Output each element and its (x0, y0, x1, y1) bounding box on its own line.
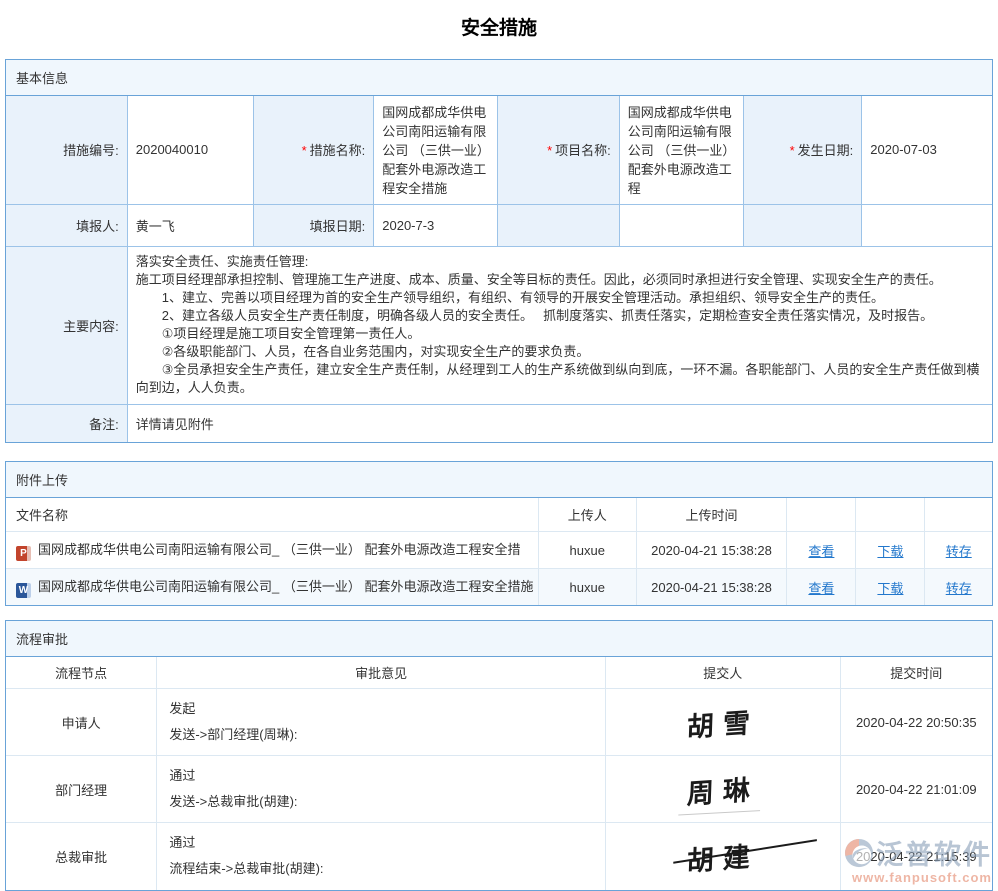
file-name: 国网成都成华供电公司南阳运输有限公司_ （三供一业） 配套外电源改造工程安全措施 (38, 579, 533, 594)
empty-cell (862, 204, 992, 246)
col-header-file-name: 文件名称 (6, 498, 538, 532)
submit-time: 2020-04-22 21:01:09 (840, 756, 992, 823)
filler-label: 填报人: (6, 204, 127, 246)
col-header-comment: 审批意见 (157, 657, 606, 689)
project-name-label: *项目名称: (498, 96, 619, 204)
approval-row: 申请人 发起 发送->部门经理(周琳): 胡雪 2020-04-22 20:50… (6, 689, 992, 756)
approval-row: 部门经理 通过 发送->总裁审批(胡建): 周琳 2020-04-22 21:0… (6, 756, 992, 823)
remark-label: 备注: (6, 404, 127, 442)
col-header-empty (787, 498, 856, 532)
measure-name-value: 国网成都成华供电公司南阳运输有限公司 （三供一业）配套外电源改造工程安全措施 (374, 96, 498, 204)
signature-cell: 胡建 (605, 823, 840, 890)
attachments-table: 文件名称 上传人 上传时间 P 国网成都成华供电公司南阳运输有限公司_ （三供一业… (6, 498, 992, 605)
measure-no-label: 措施编号: (6, 96, 127, 204)
submit-time: 2020-04-22 21:15:39 (840, 823, 992, 890)
word-file-icon: W (16, 583, 31, 598)
signature-zhoulin: 周琳 (686, 767, 759, 811)
upload-time: 2020-04-21 15:38:28 (636, 569, 787, 606)
measure-no-value: 2020040010 (127, 96, 253, 204)
approval-node: 总裁审批 (6, 823, 157, 890)
file-name-cell: P 国网成都成华供电公司南阳运输有限公司_ （三供一业） 配套外电源改造工程安全措 (6, 532, 538, 569)
occur-date-label: *发生日期: (743, 96, 861, 204)
col-header-uploader: 上传人 (538, 498, 636, 532)
signature-cell: 胡雪 (605, 689, 840, 756)
uploader: huxue (538, 532, 636, 569)
required-mark: * (302, 143, 307, 158)
empty-cell (619, 204, 743, 246)
signature-huxue: 胡雪 (686, 700, 759, 744)
view-link[interactable]: 查看 (808, 544, 834, 559)
empty-cell (743, 204, 861, 246)
fill-date-value: 2020-7-3 (374, 204, 498, 246)
approval-node: 部门经理 (6, 756, 157, 823)
remark-value: 详情请见附件 (127, 404, 992, 442)
approval-section-title: 流程审批 (6, 621, 992, 657)
transfer-link[interactable]: 转存 (946, 544, 972, 559)
file-name: 国网成都成华供电公司南阳运输有限公司_ （三供一业） 配套外电源改造工程安全措 (38, 542, 520, 557)
occur-date-value: 2020-07-03 (862, 96, 992, 204)
file-name-cell: W 国网成都成华供电公司南阳运输有限公司_ （三供一业） 配套外电源改造工程安全措… (6, 569, 538, 606)
attachments-section: 附件上传 文件名称 上传人 上传时间 P 国网成都成华供电公司南阳运输有限公司_ … (5, 461, 993, 606)
required-mark: * (790, 143, 795, 158)
col-header-submit-time: 提交时间 (840, 657, 992, 689)
download-link[interactable]: 下载 (877, 544, 903, 559)
approval-comment: 发起 发送->部门经理(周琳): (157, 689, 606, 756)
col-header-empty (856, 498, 925, 532)
approval-comment: 通过 发送->总裁审批(胡建): (157, 756, 606, 823)
signature-cell: 周琳 (605, 756, 840, 823)
powerpoint-file-icon: P (16, 546, 31, 561)
page-title: 安全措施 (5, 0, 993, 59)
attachment-row: W 国网成都成华供电公司南阳运输有限公司_ （三供一业） 配套外电源改造工程安全措… (6, 569, 992, 606)
col-header-upload-time: 上传时间 (636, 498, 787, 532)
signature-hujian: 胡建 (686, 834, 759, 878)
measure-name-label: *措施名称: (253, 96, 373, 204)
uploader: huxue (538, 569, 636, 606)
occur-date-label-text: 发生日期: (798, 143, 854, 158)
basic-info-table: 措施编号: 2020040010 *措施名称: 国网成都成华供电公司南阳运输有限… (6, 96, 992, 442)
col-header-node: 流程节点 (6, 657, 157, 689)
col-header-empty (925, 498, 992, 532)
upload-time: 2020-04-21 15:38:28 (636, 532, 787, 569)
filler-value: 黄一飞 (127, 204, 253, 246)
submit-time: 2020-04-22 20:50:35 (840, 689, 992, 756)
project-name-label-text: 项目名称: (555, 143, 611, 158)
main-content-value: 落实安全责任、实施责任管理: 施工项目经理部承担控制、管理施工生产进度、成本、质… (127, 246, 992, 404)
attachment-row: P 国网成都成华供电公司南阳运输有限公司_ （三供一业） 配套外电源改造工程安全措… (6, 532, 992, 569)
project-name-value: 国网成都成华供电公司南阳运输有限公司 （三供一业）配套外电源改造工程 (619, 96, 743, 204)
basic-info-section: 基本信息 措施编号: 2020040010 *措施名称: 国网成都成华供电公司南… (5, 59, 993, 443)
approval-table: 流程节点 审批意见 提交人 提交时间 申请人 发起 发送->部门经理(周琳): … (6, 657, 992, 890)
basic-info-section-title: 基本信息 (6, 60, 992, 96)
fill-date-label: 填报日期: (253, 204, 373, 246)
col-header-submitter: 提交人 (605, 657, 840, 689)
required-mark: * (547, 143, 552, 158)
main-content-label: 主要内容: (6, 246, 127, 404)
attachments-section-title: 附件上传 (6, 462, 992, 498)
download-link[interactable]: 下载 (877, 581, 903, 596)
approval-row: 总裁审批 通过 流程结束->总裁审批(胡建): 胡建 2020-04-22 21… (6, 823, 992, 890)
transfer-link[interactable]: 转存 (946, 581, 972, 596)
approval-node: 申请人 (6, 689, 157, 756)
approval-section: 流程审批 流程节点 审批意见 提交人 提交时间 申请人 发起 发送->部门经理(… (5, 620, 993, 891)
approval-comment: 通过 流程结束->总裁审批(胡建): (157, 823, 606, 890)
measure-name-label-text: 措施名称: (310, 143, 366, 158)
view-link[interactable]: 查看 (808, 581, 834, 596)
page-root: 安全措施 基本信息 措施编号: 2020040010 *措施名称: 国网成都成华… (0, 0, 998, 891)
empty-cell (498, 204, 619, 246)
